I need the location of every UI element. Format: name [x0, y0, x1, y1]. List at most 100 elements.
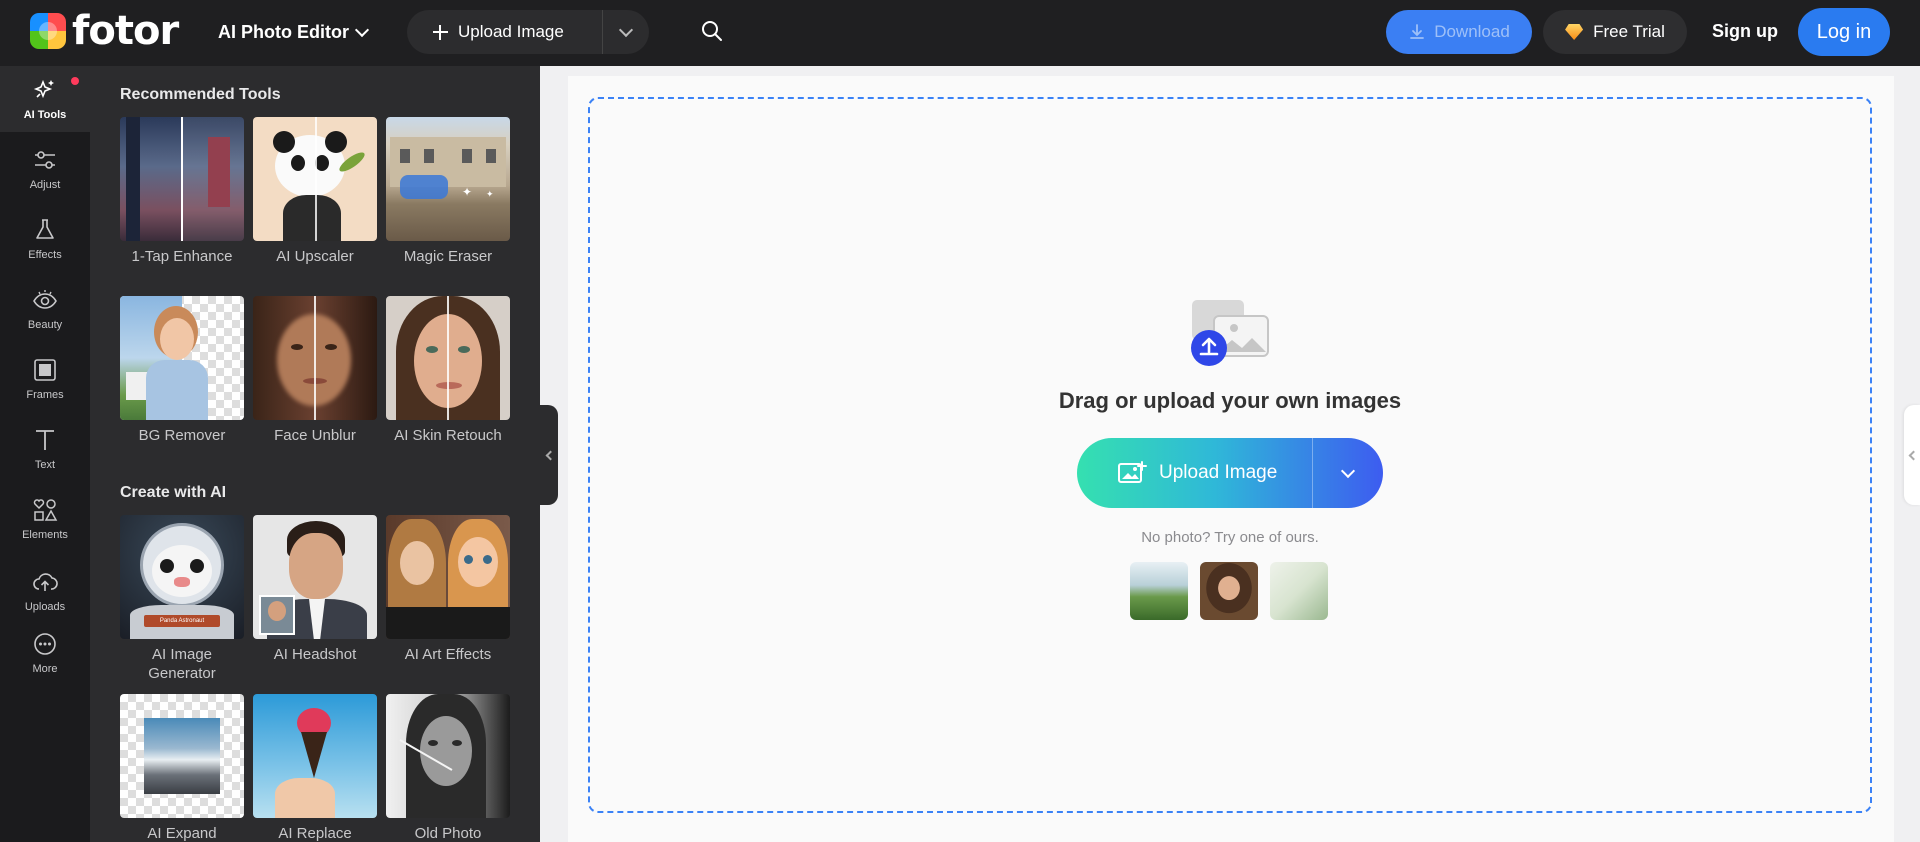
ai-photo-editor-menu[interactable]: AI Photo Editor [218, 18, 370, 46]
fotor-logo-icon [30, 13, 66, 49]
shapes-icon [33, 499, 58, 521]
ai-photo-editor-label: AI Photo Editor [218, 21, 349, 42]
tool-old-photo[interactable]: Old Photo [386, 694, 510, 842]
download-icon [1410, 24, 1425, 39]
tool-ai-upscaler[interactable]: AI Upscaler [253, 117, 377, 266]
log-in-button[interactable]: Log in [1798, 8, 1890, 56]
free-trial-label: Free Trial [1593, 22, 1665, 41]
tool-thumbnail [253, 694, 377, 818]
sample-image-landscape[interactable] [1130, 562, 1188, 620]
plus-icon [433, 24, 448, 40]
rail-item-adjust[interactable]: Adjust [0, 136, 90, 202]
fotor-logo[interactable]: fotor [30, 8, 179, 54]
notification-dot [71, 77, 79, 85]
tool-label: 1-Tap Enhance [131, 248, 233, 265]
tool-label: Magic Eraser [403, 248, 493, 265]
rail-label: More [32, 663, 58, 675]
tools-panel: Recommended Tools 1-Tap Enhance AI Upsca… [90, 66, 540, 842]
rail-label: Frames [26, 389, 64, 401]
recommended-tools-title: Recommended Tools [120, 86, 281, 103]
chevron-left-icon [545, 450, 556, 460]
tool-thumbnail [253, 117, 377, 241]
rail-item-effects[interactable]: Effects [0, 206, 90, 272]
sliders-icon [35, 151, 55, 169]
tool-ai-skin-retouch[interactable]: AI Skin Retouch [386, 296, 510, 445]
rail-label: Beauty [27, 319, 63, 331]
rail-label: Effects [28, 249, 62, 261]
tool-ai-replace[interactable]: AI Replace [253, 694, 377, 842]
expand-right-panel-tab[interactable] [1904, 405, 1920, 505]
top-upload-image-button[interactable]: Upload Image [407, 10, 649, 54]
sample-image-still-life[interactable] [1270, 562, 1328, 620]
text-icon [36, 430, 54, 450]
eye-icon [33, 290, 57, 309]
tool-thumbnail [386, 515, 510, 639]
tool-face-unblur[interactable]: Face Unblur [253, 296, 377, 445]
search-icon[interactable] [700, 19, 724, 43]
download-button[interactable]: Download [1386, 10, 1532, 54]
tool-thumbnail [120, 117, 244, 241]
rail-item-text[interactable]: Text [0, 416, 90, 482]
chevron-left-icon [1908, 450, 1919, 460]
tool-label: Old Photo [414, 825, 482, 842]
sample-image-portrait[interactable] [1200, 562, 1258, 620]
left-rail: AI Tools Adjust Effects Beauty Frames Te… [0, 66, 90, 842]
tool-label: BG Remover [138, 427, 226, 444]
upload-image-illustration [1191, 300, 1269, 366]
tool-ai-expand[interactable]: AI Expand [120, 694, 244, 842]
main-upload-label: Upload Image [1159, 462, 1278, 483]
main-upload-image-button[interactable]: Upload Image [1077, 438, 1383, 508]
rail-item-uploads[interactable]: Uploads [0, 558, 90, 624]
rail-label: Elements [22, 529, 68, 541]
chevron-down-icon [354, 22, 370, 37]
main-upload-main[interactable]: Upload Image [1077, 438, 1313, 508]
sign-up-link[interactable]: Sign up [1712, 18, 1778, 44]
rail-item-elements[interactable]: Elements [0, 486, 90, 552]
tool-thumbnail [253, 515, 377, 639]
flask-icon [36, 219, 54, 239]
rail-item-ai-tools[interactable]: AI Tools [0, 66, 90, 132]
top-upload-dropdown[interactable] [603, 10, 649, 54]
free-trial-button[interactable]: Free Trial [1543, 10, 1687, 54]
top-upload-main[interactable]: Upload Image [407, 10, 603, 54]
tool-label: AI Upscaler [276, 248, 354, 265]
sparkle-icon [33, 79, 54, 99]
tool-thumbnail [120, 296, 244, 420]
main-upload-dropdown[interactable] [1313, 438, 1383, 508]
tool-label: AI Headshot [273, 646, 357, 663]
chevron-down-icon [1340, 463, 1356, 478]
rail-item-more[interactable]: More [0, 620, 90, 686]
tool-1-tap-enhance[interactable]: 1-Tap Enhance [120, 117, 244, 266]
tool-thumbnail [253, 296, 377, 420]
rail-label: Text [34, 459, 56, 471]
tool-thumbnail [386, 296, 510, 420]
tool-ai-art-effects[interactable]: AI Art Effects [386, 515, 510, 664]
rail-label: Adjust [29, 179, 61, 191]
tool-label: AI Expand [147, 825, 217, 842]
tool-thumbnail [386, 694, 510, 818]
tool-ai-headshot[interactable]: AI Headshot [253, 515, 377, 664]
sample-images [1130, 562, 1328, 620]
top-upload-label: Upload Image [458, 22, 564, 41]
no-photo-hint: No photo? Try one of ours. [1141, 529, 1319, 546]
astronaut-caption: Panda Astronaut [144, 615, 220, 627]
tool-thumbnail [120, 694, 244, 818]
create-with-ai-title: Create with AI [120, 484, 227, 501]
add-image-icon [1118, 461, 1147, 483]
diamond-icon [1565, 24, 1584, 40]
tool-bg-remover[interactable]: BG Remover [120, 296, 244, 445]
tool-ai-image-generator[interactable]: Panda Astronaut AI Image Generator [120, 515, 244, 683]
logo-text: fotor [72, 8, 179, 54]
tool-thumbnail: Panda Astronaut [120, 515, 244, 639]
frame-icon [34, 359, 56, 381]
download-label: Download [1434, 22, 1510, 41]
tool-magic-eraser[interactable]: ✦ ✦ Magic Eraser [386, 117, 510, 266]
tool-label: Face Unblur [274, 427, 356, 444]
rail-item-beauty[interactable]: Beauty [0, 276, 90, 342]
tool-thumbnail: ✦ ✦ [386, 117, 510, 241]
rail-item-frames[interactable]: Frames [0, 346, 90, 412]
tool-label: AI Skin Retouch [394, 427, 502, 444]
collapse-panel-tab[interactable] [540, 405, 558, 505]
rail-label: Uploads [24, 601, 66, 613]
tool-label: AI Art Effects [404, 646, 492, 663]
